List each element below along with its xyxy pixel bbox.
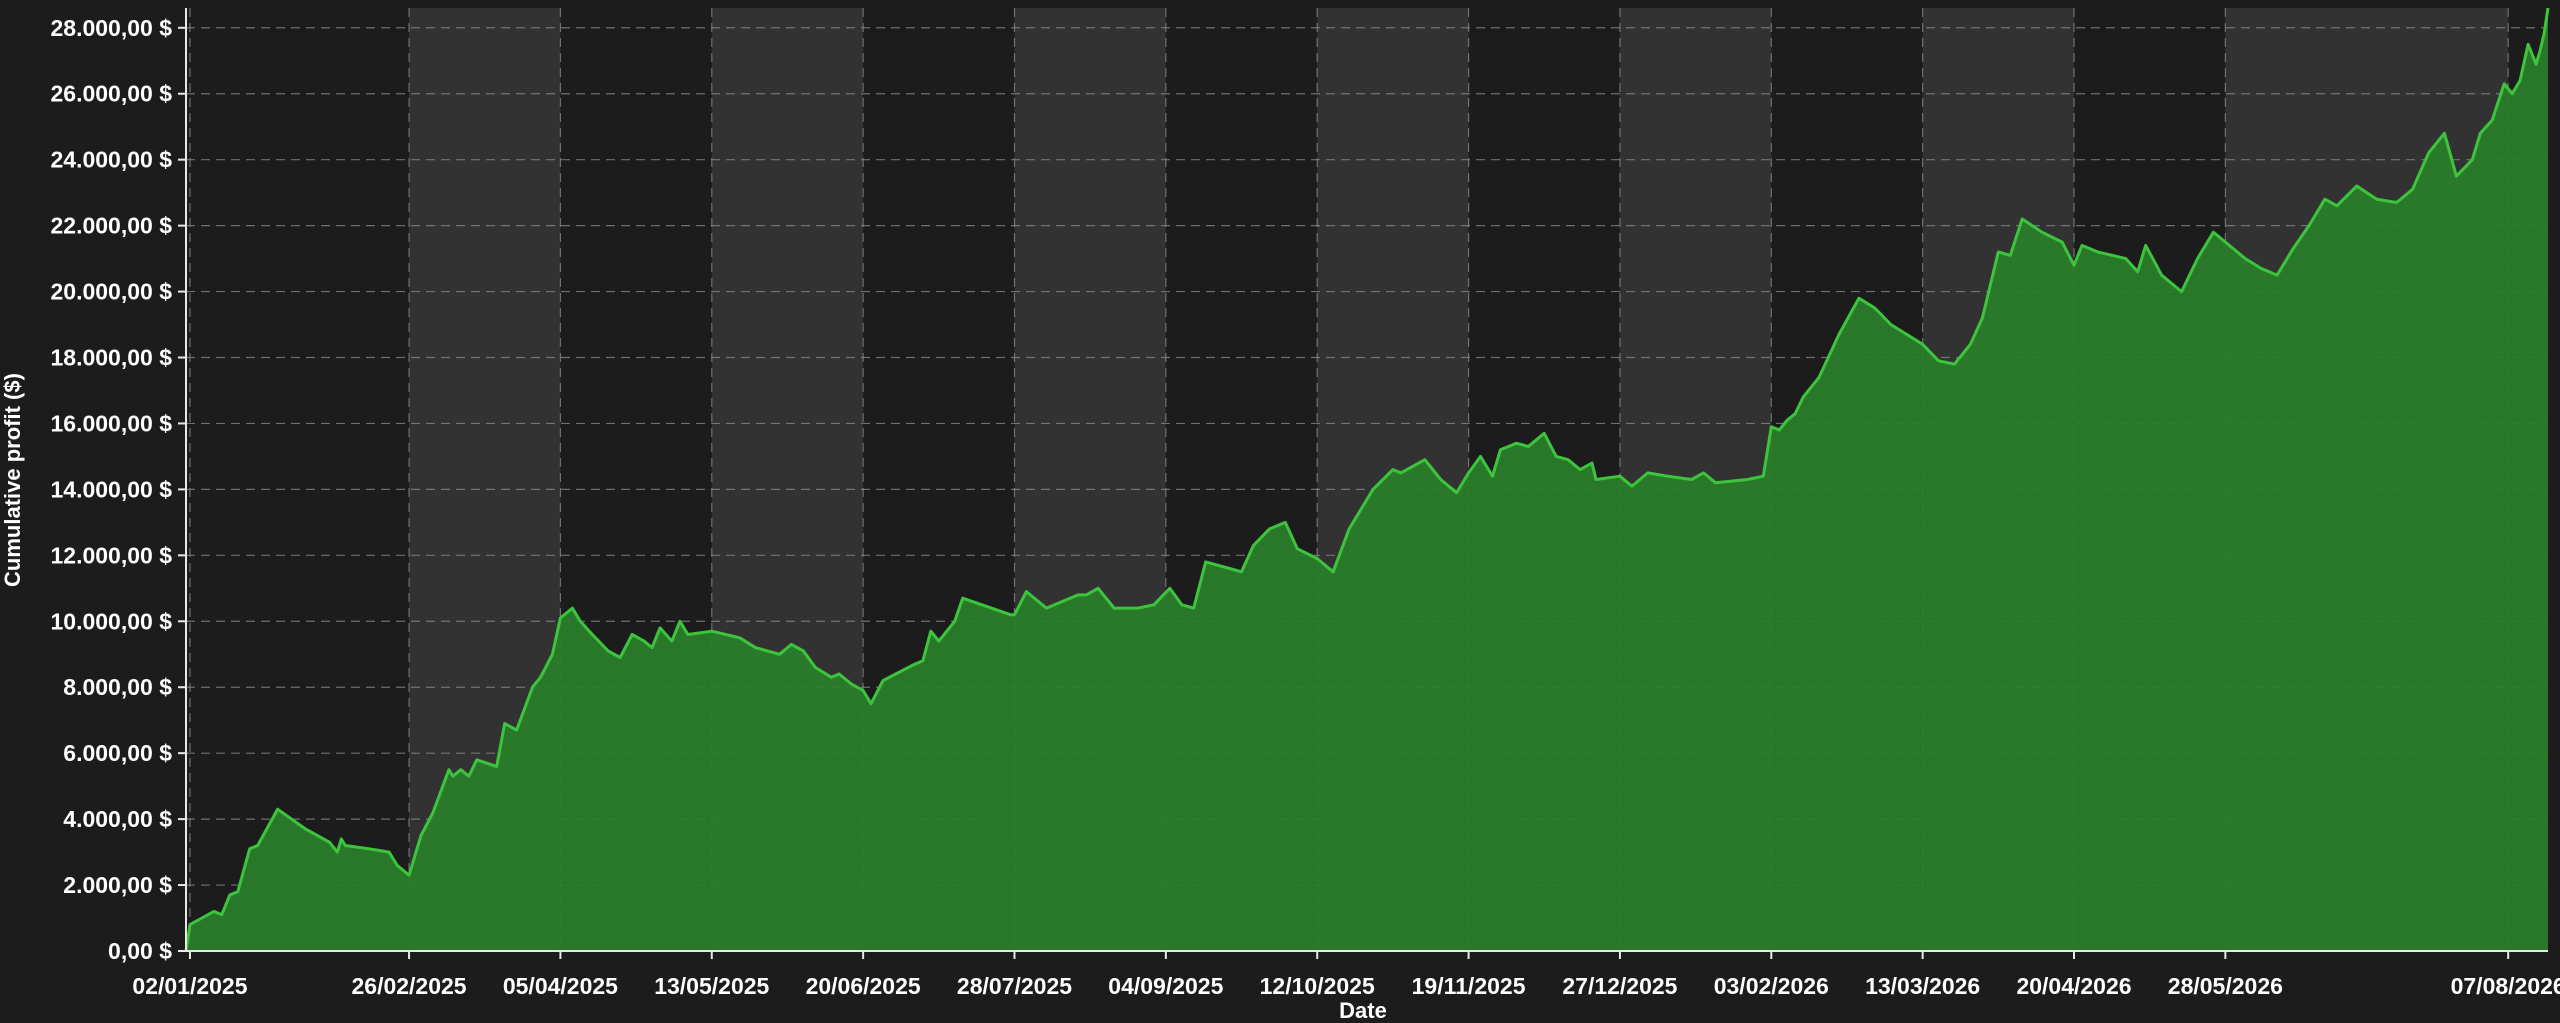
x-tick-label: 05/04/2025	[503, 973, 618, 999]
y-tick-label: 2.000,00 $	[63, 872, 172, 898]
x-tick-label: 27/12/2025	[1562, 973, 1677, 999]
y-tick-label: 26.000,00 $	[50, 81, 172, 107]
x-tick-label: 28/05/2026	[2168, 973, 2283, 999]
x-tick-label: 04/09/2025	[1108, 973, 1223, 999]
y-tick-label: 8.000,00 $	[63, 674, 172, 700]
y-tick-label: 18.000,00 $	[50, 345, 172, 371]
x-tick-label: 13/03/2026	[1865, 973, 1980, 999]
y-tick-label: 10.000,00 $	[50, 608, 172, 634]
x-axis-title: Date	[1339, 998, 1387, 1023]
x-tick-label: 20/06/2025	[806, 973, 921, 999]
y-tick-label: 20.000,00 $	[50, 279, 172, 305]
y-tick-label: 22.000,00 $	[50, 213, 172, 239]
y-tick-label: 6.000,00 $	[63, 740, 172, 766]
y-tick-label: 16.000,00 $	[50, 410, 172, 436]
x-tick-label: 20/04/2026	[2016, 973, 2131, 999]
x-tick-label: 03/02/2026	[1714, 973, 1829, 999]
x-tick-label: 12/10/2025	[1260, 973, 1375, 999]
x-tick-label: 19/11/2025	[1412, 973, 1526, 999]
y-tick-label: 0,00 $	[108, 938, 172, 964]
y-tick-label: 24.000,00 $	[50, 147, 172, 173]
y-tick-label: 4.000,00 $	[63, 806, 172, 832]
y-tick-label: 12.000,00 $	[50, 542, 172, 568]
x-tick-label: 13/05/2025	[654, 973, 769, 999]
x-tick-label: 02/01/2025	[132, 973, 247, 999]
y-tick-label: 14.000,00 $	[50, 476, 172, 502]
y-axis-title: Cumulative profit ($)	[0, 373, 25, 587]
cumulative-profit-chart: 0,00 $ 2.000,00 $ 4.000,00 $ 6.000,00 $ 8.00…	[0, 0, 2560, 1023]
y-tick-label: 28.000,00 $	[50, 15, 172, 41]
y-tick-labels: 0,00 $ 2.000,00 $ 4.000,00 $ 6.000,00 $ 8.00…	[50, 15, 186, 964]
x-tick-label: 28/07/2025	[957, 973, 1072, 999]
x-tick-label: 07/08/2026	[2451, 973, 2560, 999]
x-tick-label: 26/02/2025	[351, 973, 466, 999]
